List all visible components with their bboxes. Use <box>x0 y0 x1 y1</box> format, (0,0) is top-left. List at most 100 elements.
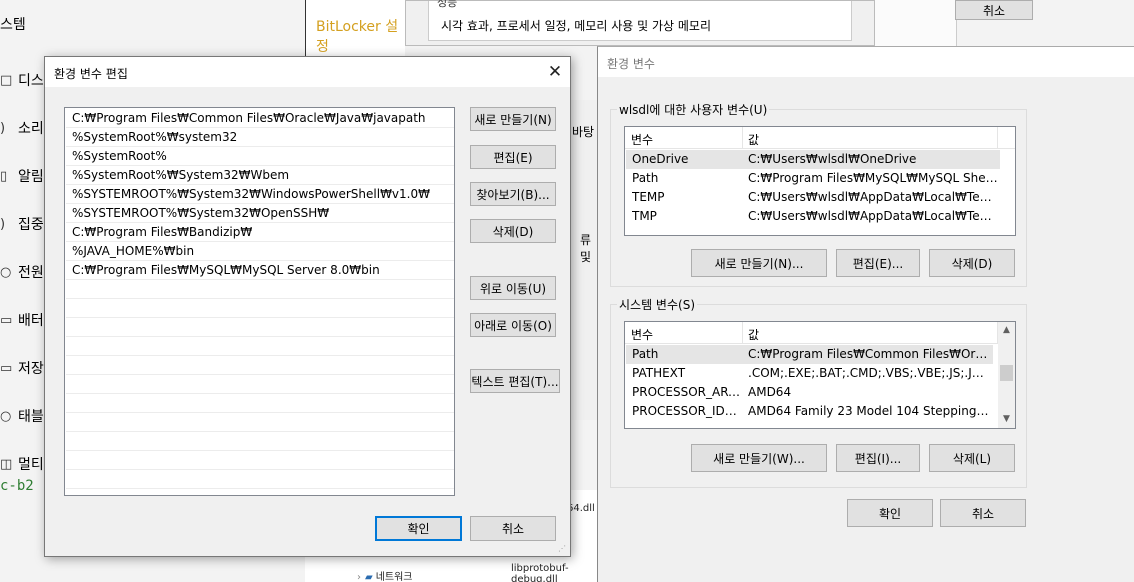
scroll-up-arrow-icon[interactable]: ▲ <box>998 322 1015 339</box>
new-button[interactable]: 새로 만들기(N) <box>470 107 556 131</box>
path-entry-text: %SYSTEMROOT%₩System32₩OpenSSH₩ <box>72 206 330 220</box>
list-item[interactable]: %SystemRoot%₩System32₩Wbem <box>66 166 454 185</box>
user-variables-label: wlsdl에 대한 사용자 변수(U) <box>617 101 770 118</box>
system-delete-button[interactable]: 삭제(L) <box>929 444 1015 472</box>
list-item[interactable] <box>66 299 454 318</box>
variable-name: OneDrive <box>632 152 689 166</box>
list-item[interactable]: Path C:₩Program Files₩Common Files₩Oracle… <box>626 345 993 364</box>
background-panel-strip: 바탕 류 및 <box>569 100 599 420</box>
list-item[interactable]: TEMP C:₩Users₩wlsdl₩AppData₩Local₩Temp <box>626 188 1000 207</box>
column-header-value[interactable]: 값 <box>748 326 759 343</box>
list-item[interactable]: C:₩Program Files₩Common Files₩Oracle₩Jav… <box>66 109 454 128</box>
variable-name: TMP <box>632 209 657 223</box>
list-item[interactable]: %SYSTEMROOT%₩System32₩OpenSSH₩ <box>66 204 454 223</box>
user-delete-button[interactable]: 삭제(D) <box>929 249 1015 277</box>
list-item[interactable] <box>66 356 454 375</box>
scrollbar-thumb[interactable] <box>1000 365 1013 381</box>
edit-text-button[interactable]: 텍스트 편집(T)... <box>470 369 560 393</box>
browse-button[interactable]: 찾아보기(B)... <box>470 182 556 206</box>
cancel-button[interactable]: 취소 <box>940 499 1026 527</box>
user-edit-button[interactable]: 편집(E)... <box>836 249 920 277</box>
system-variables-label: 시스템 변수(S) <box>617 296 697 313</box>
list-item[interactable] <box>66 413 454 432</box>
ok-button[interactable]: 확인 <box>847 499 933 527</box>
system-edit-button[interactable]: 편집(I)... <box>836 444 920 472</box>
path-entry-text: %JAVA_HOME%₩bin <box>72 244 195 258</box>
ok-button[interactable]: 확인 <box>375 516 462 541</box>
list-item[interactable]: C:₩Program Files₩Bandizip₩ <box>66 223 454 242</box>
dialog-titlebar[interactable]: 환경 변수 편집 ✕ <box>45 57 570 87</box>
system-new-button[interactable]: 새로 만들기(W)... <box>691 444 827 472</box>
resize-grip-icon[interactable]: ⋰ <box>558 544 568 554</box>
list-item[interactable] <box>66 375 454 394</box>
list-item[interactable]: C:₩Program Files₩MySQL₩MySQL Server 8.0₩… <box>66 261 454 280</box>
delete-button[interactable]: 삭제(D) <box>470 219 556 243</box>
performance-panel: 성능 시각 효과, 프로세서 일정, 메모리 사용 및 가상 메모리 <box>428 0 852 41</box>
list-item[interactable]: OneDrive C:₩Users₩wlsdl₩OneDrive <box>626 150 1000 169</box>
close-icon[interactable]: ✕ <box>540 57 570 87</box>
display-icon: □ <box>0 72 13 88</box>
path-entry-text: C:₩Program Files₩Common Files₩Oracle₩Jav… <box>72 111 426 125</box>
sidebar-item-label: 태블 <box>18 409 44 425</box>
cancel-button[interactable]: 취소 <box>470 516 556 541</box>
terminal-fragment: c-b2 <box>0 478 34 494</box>
text-fragment: 바탕 <box>572 125 595 139</box>
variable-name: Path <box>632 171 659 185</box>
list-item[interactable] <box>66 470 454 489</box>
list-item[interactable]: PROCESSOR_IDEN... AMD64 Family 23 Model 1… <box>626 402 993 421</box>
scroll-down-arrow-icon[interactable]: ▼ <box>998 411 1015 428</box>
path-entry-text: %SystemRoot% <box>72 149 167 163</box>
file-item[interactable]: 64.dll <box>567 503 595 514</box>
power-icon: ○ <box>0 264 12 280</box>
sidebar-item-label: 멀티 <box>18 457 44 473</box>
list-item[interactable]: TMP C:₩Users₩wlsdl₩AppData₩Local₩Temp <box>626 207 1000 226</box>
move-down-button[interactable]: 아래로 이동(O) <box>470 313 556 337</box>
list-item[interactable] <box>66 451 454 470</box>
variable-name: PATHEXT <box>632 366 686 380</box>
list-header: 변수 값 <box>625 322 1015 344</box>
variable-name: PROCESSOR_ARC... <box>632 385 744 399</box>
sidebar-item-label: 전원 <box>18 265 44 281</box>
edit-button[interactable]: 편집(E) <box>470 145 556 169</box>
list-header: 변수 값 <box>625 127 1015 149</box>
dialog-titlebar[interactable]: 환경 변수 <box>598 47 1134 77</box>
network-icon: ▰ <box>365 572 373 582</box>
performance-groupbox: 성능 시각 효과, 프로세서 일정, 메모리 사용 및 가상 메모리 <box>405 0 875 46</box>
sidebar-item-label: 디스 <box>18 73 44 89</box>
column-header-variable[interactable]: 변수 <box>631 326 653 343</box>
environment-variables-dialog: 환경 변수 wlsdl에 대한 사용자 변수(U) 변수 값 OneDrive C… <box>597 46 1134 582</box>
list-item[interactable]: Path C:₩Program Files₩MySQL₩MySQL Shell 8… <box>626 169 1000 188</box>
move-up-button[interactable]: 위로 이동(U) <box>470 276 556 300</box>
bitlocker-settings-link[interactable]: BitLocker 설정 <box>316 16 405 56</box>
settings-section-title: 스템 <box>0 17 26 33</box>
variable-value: C:₩Program Files₩MySQL₩MySQL Shell 8.... <box>748 171 998 185</box>
path-entries-list[interactable]: C:₩Program Files₩Common Files₩Oracle₩Jav… <box>64 107 455 496</box>
list-item[interactable]: %SystemRoot% <box>66 147 454 166</box>
chevron-right-icon: › <box>357 572 361 582</box>
list-item[interactable]: PATHEXT .COM;.EXE;.BAT;.CMD;.VBS;.VBE;.JS… <box>626 364 993 383</box>
vertical-scrollbar[interactable]: ▲ ▼ <box>998 322 1015 428</box>
list-item[interactable] <box>66 394 454 413</box>
user-variables-list[interactable]: 변수 값 OneDrive C:₩Users₩wlsdl₩OneDrive Path… <box>624 126 1016 236</box>
battery-icon: ▭ <box>0 312 13 328</box>
nav-item-network[interactable]: › ▰ 네트워크 <box>357 568 413 582</box>
system-variables-list[interactable]: 변수 값 Path C:₩Program Files₩Common Files₩O… <box>624 321 1016 429</box>
list-item[interactable]: %SystemRoot%₩system32 <box>66 128 454 147</box>
path-entry-text: C:₩Program Files₩MySQL₩MySQL Server 8.0₩… <box>72 263 380 277</box>
list-item[interactable]: PROCESSOR_ARC... AMD64 <box>626 383 993 402</box>
focus-icon: ) <box>0 216 6 232</box>
list-item[interactable]: %SYSTEMROOT%₩System32₩WindowsPowerShell₩… <box>66 185 454 204</box>
column-header-value[interactable]: 값 <box>748 131 759 148</box>
column-header-variable[interactable]: 변수 <box>631 131 653 148</box>
sound-icon: ) <box>0 120 6 136</box>
sidebar-item-label: 소리 <box>18 121 44 137</box>
user-new-button[interactable]: 새로 만들기(N)... <box>691 249 827 277</box>
path-entry-text: C:₩Program Files₩Bandizip₩ <box>72 225 253 239</box>
file-item[interactable]: libprotobuf-debug.dll <box>511 563 597 582</box>
list-item[interactable]: %JAVA_HOME%₩bin <box>66 242 454 261</box>
list-item[interactable] <box>66 318 454 337</box>
list-item[interactable] <box>66 280 454 299</box>
list-item[interactable] <box>66 337 454 356</box>
list-item[interactable] <box>66 432 454 451</box>
background-cancel-button[interactable]: 취소 <box>955 0 1033 20</box>
